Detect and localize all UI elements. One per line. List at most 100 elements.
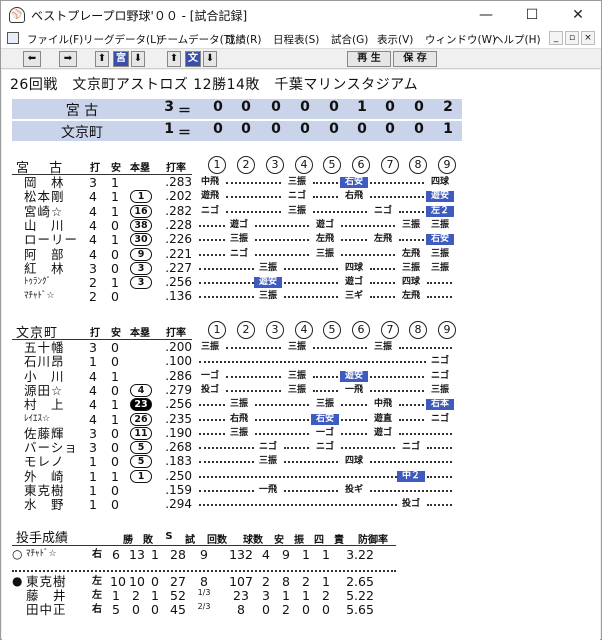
maximize-button[interactable]: ☐ bbox=[509, 1, 555, 29]
at-bat-result: 遊直 bbox=[373, 413, 392, 424]
batting-average: .226 bbox=[165, 232, 192, 247]
at-bat-result: ニゴ bbox=[430, 370, 449, 381]
at-bats: 1 bbox=[89, 497, 97, 513]
pitcher-name: 田中正 bbox=[26, 602, 67, 617]
miyako-down-button[interactable]: ⬇ bbox=[131, 51, 145, 67]
dotted-leader bbox=[199, 422, 225, 435]
document-icon[interactable] bbox=[7, 32, 19, 44]
batting-average: .283 bbox=[165, 175, 192, 189]
dotted-leader bbox=[199, 228, 225, 242]
prev-game-button[interactable]: ⬅ bbox=[23, 51, 41, 67]
pitching-stat: 2.65 bbox=[346, 574, 374, 589]
pitching-stat: 5.65 bbox=[346, 602, 374, 617]
dotted-leader bbox=[226, 200, 281, 213]
hits: 0 bbox=[111, 217, 119, 233]
menu-window[interactable]: ウィンドウ(W) bbox=[425, 32, 496, 47]
minimize-button[interactable]: — bbox=[463, 1, 509, 29]
menu-league[interactable]: リーグデータ(L) bbox=[83, 32, 160, 47]
dotted-leader bbox=[341, 422, 367, 435]
at-bats: 4 bbox=[89, 397, 97, 413]
scoreboard-row-miyako: 宮 古 3 ＝ 0 0 0 0 0 1 0 0 2 bbox=[12, 99, 462, 119]
batting-average: .227 bbox=[165, 260, 192, 275]
at-bat-result: 左飛 bbox=[315, 234, 334, 245]
hits: 0 bbox=[111, 454, 119, 470]
batter-name: ローリー bbox=[24, 232, 79, 248]
inning-score: 0 bbox=[385, 121, 395, 137]
miyako-team-button[interactable]: 宮 bbox=[113, 51, 129, 67]
at-bats: 4 bbox=[89, 217, 97, 233]
pitching-stat: 5.22 bbox=[346, 588, 374, 603]
at-bat-result: 一ゴ bbox=[200, 370, 219, 381]
bunkyo-up-button[interactable]: ⬆ bbox=[167, 51, 181, 67]
batting-average: .200 bbox=[165, 340, 192, 354]
batter-name: 阿 部 bbox=[24, 246, 65, 262]
at-bat-result: 三振 bbox=[229, 399, 248, 410]
home-run-count: 5 bbox=[130, 455, 152, 469]
at-bat-result: 左飛 bbox=[401, 291, 420, 302]
bunkyo-down-button[interactable]: ⬇ bbox=[203, 51, 217, 67]
header-games: 試 bbox=[185, 535, 195, 546]
batter-name: 山 川 bbox=[24, 217, 65, 233]
inning-score: 0 bbox=[357, 121, 367, 137]
dotted-leader bbox=[199, 285, 254, 299]
dotted-leader bbox=[284, 285, 338, 299]
replay-button[interactable]: 再 生 bbox=[347, 51, 391, 67]
pitching-stat: 45 bbox=[170, 602, 186, 617]
home-run-count: 16 bbox=[130, 204, 152, 218]
pitching-stat: 3 bbox=[262, 588, 270, 603]
batting-average: .228 bbox=[165, 217, 192, 232]
inning-score: 0 bbox=[213, 121, 223, 137]
pitching-stat: 1 bbox=[282, 588, 290, 603]
pitching-stat: 0 bbox=[302, 602, 310, 617]
header-hr: 本塁 bbox=[130, 163, 150, 174]
miyako-up-button[interactable]: ⬆ bbox=[95, 51, 109, 67]
pitching-stat: 3.22 bbox=[346, 547, 374, 562]
header-avg: 打率 bbox=[166, 163, 186, 174]
inning-score: 1 bbox=[357, 99, 367, 115]
throwing-hand: 左 bbox=[92, 590, 102, 601]
close-button[interactable]: ✕ bbox=[555, 1, 601, 29]
dotted-leader bbox=[313, 200, 367, 213]
dotted-leader bbox=[284, 450, 338, 464]
bunkyo-team-button[interactable]: 文 bbox=[185, 51, 201, 67]
menu-file[interactable]: ファイル(F) bbox=[27, 32, 83, 47]
batter-row: ﾏﾁｬﾄﾞ☆ 2 0 .136 三振 三ギ 左飛 bbox=[2, 290, 600, 304]
batter-name: 水 野 bbox=[24, 497, 65, 513]
dotted-leader bbox=[199, 465, 397, 478]
save-button[interactable]: 保 存 bbox=[393, 51, 437, 67]
at-bat-result: 三振 bbox=[258, 262, 277, 273]
pitcher-row: ○ ﾏﾁｬﾄﾞ☆ 右 6 13 1 28 9 132 4 9 1 1 3.22 bbox=[12, 548, 412, 562]
next-game-button[interactable]: ➡ bbox=[59, 51, 77, 67]
dotted-leader bbox=[199, 493, 397, 507]
menu-game[interactable]: 試合(G) bbox=[331, 32, 368, 47]
at-bat-result: 遊飛 bbox=[200, 191, 219, 202]
pitching-stat: 2 bbox=[132, 588, 140, 603]
home-run-count: 5 bbox=[130, 441, 152, 455]
mdi-minimize-button[interactable]: _ bbox=[549, 31, 563, 45]
at-bat-result: 三振 bbox=[287, 177, 306, 187]
at-bat-result: 遊ゴ bbox=[315, 219, 334, 230]
menu-view[interactable]: 表示(V) bbox=[377, 32, 413, 47]
batting-average: .136 bbox=[165, 289, 192, 304]
at-bat-result: 遊安 bbox=[426, 191, 454, 203]
dotted-leader bbox=[284, 257, 338, 270]
header-wins: 勝 bbox=[123, 535, 133, 546]
header-earned-runs: 責 bbox=[334, 535, 344, 546]
menu-stats[interactable]: 成績(R) bbox=[225, 32, 262, 47]
mdi-restore-button[interactable]: ▫ bbox=[565, 31, 579, 45]
title-bar[interactable]: ⚾ ベストプレープロ野球'００ - [試合記録] — ☐ ✕ bbox=[1, 1, 601, 29]
scoreboard-total: 3 bbox=[164, 99, 174, 115]
batter-name: 紅 林 bbox=[24, 260, 65, 276]
at-bat-result: 投ゴ bbox=[401, 499, 420, 510]
menu-team[interactable]: チームデータ(T) bbox=[157, 32, 234, 47]
dotted-leader bbox=[399, 228, 424, 242]
at-bat-result: 三振 bbox=[430, 384, 449, 395]
pitching-stat: 27 bbox=[170, 574, 186, 589]
pitching-stat: 23 bbox=[233, 588, 249, 603]
at-bats: 1 bbox=[89, 454, 97, 470]
menu-help[interactable]: ヘルプ(H) bbox=[493, 32, 541, 47]
menu-schedule[interactable]: 日程表(S) bbox=[273, 32, 319, 47]
mdi-close-button[interactable]: × bbox=[581, 31, 595, 45]
dotted-leader bbox=[313, 365, 338, 378]
inning-score: 2 bbox=[443, 99, 453, 115]
